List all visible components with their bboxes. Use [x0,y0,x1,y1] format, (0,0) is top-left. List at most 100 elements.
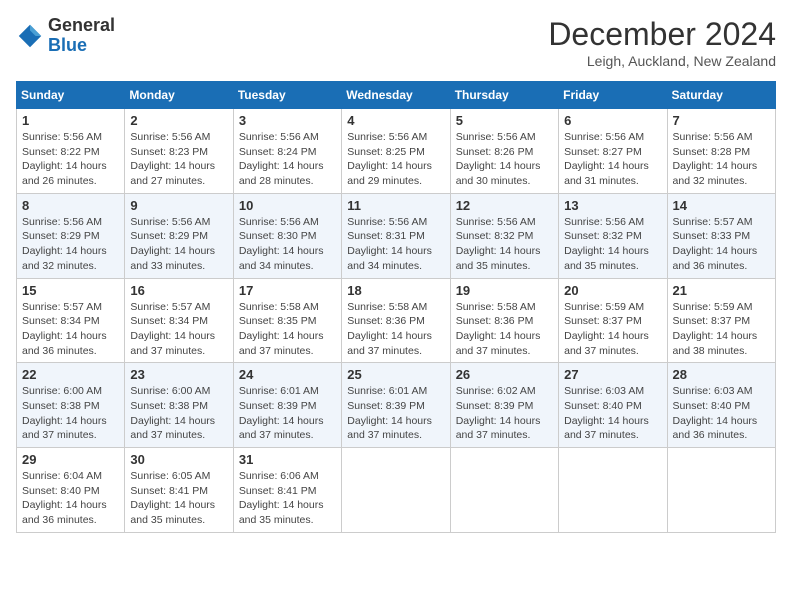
day-info: Sunrise: 6:00 AM Sunset: 8:38 PM Dayligh… [130,384,227,443]
calendar-cell: 1 Sunrise: 5:56 AM Sunset: 8:22 PM Dayli… [17,109,125,194]
day-info: Sunrise: 5:56 AM Sunset: 8:28 PM Dayligh… [673,130,770,189]
day-info: Sunrise: 5:56 AM Sunset: 8:31 PM Dayligh… [347,215,444,274]
calendar-cell: 4 Sunrise: 5:56 AM Sunset: 8:25 PM Dayli… [342,109,450,194]
day-number: 30 [130,452,227,467]
day-info: Sunrise: 6:06 AM Sunset: 8:41 PM Dayligh… [239,469,336,528]
day-number: 19 [456,283,553,298]
day-number: 28 [673,367,770,382]
calendar-cell: 31 Sunrise: 6:06 AM Sunset: 8:41 PM Dayl… [233,448,341,533]
day-info: Sunrise: 6:03 AM Sunset: 8:40 PM Dayligh… [564,384,661,443]
day-number: 3 [239,113,336,128]
month-title: December 2024 [548,16,776,53]
day-number: 4 [347,113,444,128]
calendar-cell: 3 Sunrise: 5:56 AM Sunset: 8:24 PM Dayli… [233,109,341,194]
calendar-cell: 8 Sunrise: 5:56 AM Sunset: 8:29 PM Dayli… [17,193,125,278]
day-info: Sunrise: 5:56 AM Sunset: 8:27 PM Dayligh… [564,130,661,189]
calendar-cell: 5 Sunrise: 5:56 AM Sunset: 8:26 PM Dayli… [450,109,558,194]
weekday-header-row: SundayMondayTuesdayWednesdayThursdayFrid… [17,82,776,109]
calendar-cell: 16 Sunrise: 5:57 AM Sunset: 8:34 PM Dayl… [125,278,233,363]
day-number: 6 [564,113,661,128]
day-number: 13 [564,198,661,213]
calendar-cell [450,448,558,533]
calendar-cell: 2 Sunrise: 5:56 AM Sunset: 8:23 PM Dayli… [125,109,233,194]
day-info: Sunrise: 5:56 AM Sunset: 8:23 PM Dayligh… [130,130,227,189]
calendar-week-row: 8 Sunrise: 5:56 AM Sunset: 8:29 PM Dayli… [17,193,776,278]
calendar-cell: 6 Sunrise: 5:56 AM Sunset: 8:27 PM Dayli… [559,109,667,194]
calendar-cell: 21 Sunrise: 5:59 AM Sunset: 8:37 PM Dayl… [667,278,775,363]
weekday-header-wednesday: Wednesday [342,82,450,109]
day-info: Sunrise: 5:59 AM Sunset: 8:37 PM Dayligh… [564,300,661,359]
calendar-table: SundayMondayTuesdayWednesdayThursdayFrid… [16,81,776,533]
day-number: 1 [22,113,119,128]
page-header: General Blue December 2024 Leigh, Auckla… [16,16,776,69]
calendar-cell [559,448,667,533]
day-number: 10 [239,198,336,213]
day-info: Sunrise: 5:56 AM Sunset: 8:22 PM Dayligh… [22,130,119,189]
day-info: Sunrise: 6:05 AM Sunset: 8:41 PM Dayligh… [130,469,227,528]
logo: General Blue [16,16,115,56]
day-info: Sunrise: 5:57 AM Sunset: 8:34 PM Dayligh… [22,300,119,359]
calendar-cell: 28 Sunrise: 6:03 AM Sunset: 8:40 PM Dayl… [667,363,775,448]
weekday-header-sunday: Sunday [17,82,125,109]
calendar-cell: 11 Sunrise: 5:56 AM Sunset: 8:31 PM Dayl… [342,193,450,278]
calendar-cell [667,448,775,533]
calendar-cell: 12 Sunrise: 5:56 AM Sunset: 8:32 PM Dayl… [450,193,558,278]
day-number: 23 [130,367,227,382]
day-info: Sunrise: 5:56 AM Sunset: 8:30 PM Dayligh… [239,215,336,274]
calendar-cell: 22 Sunrise: 6:00 AM Sunset: 8:38 PM Dayl… [17,363,125,448]
calendar-cell: 19 Sunrise: 5:58 AM Sunset: 8:36 PM Dayl… [450,278,558,363]
calendar-week-row: 29 Sunrise: 6:04 AM Sunset: 8:40 PM Dayl… [17,448,776,533]
weekday-header-friday: Friday [559,82,667,109]
day-info: Sunrise: 5:58 AM Sunset: 8:36 PM Dayligh… [456,300,553,359]
calendar-cell: 10 Sunrise: 5:56 AM Sunset: 8:30 PM Dayl… [233,193,341,278]
day-info: Sunrise: 5:56 AM Sunset: 8:32 PM Dayligh… [456,215,553,274]
title-area: December 2024 Leigh, Auckland, New Zeala… [548,16,776,69]
day-number: 24 [239,367,336,382]
logo-icon [16,22,44,50]
day-number: 17 [239,283,336,298]
day-number: 29 [22,452,119,467]
day-info: Sunrise: 5:59 AM Sunset: 8:37 PM Dayligh… [673,300,770,359]
day-info: Sunrise: 5:56 AM Sunset: 8:24 PM Dayligh… [239,130,336,189]
day-number: 18 [347,283,444,298]
day-number: 9 [130,198,227,213]
weekday-header-saturday: Saturday [667,82,775,109]
weekday-header-tuesday: Tuesday [233,82,341,109]
day-info: Sunrise: 5:58 AM Sunset: 8:35 PM Dayligh… [239,300,336,359]
calendar-cell: 27 Sunrise: 6:03 AM Sunset: 8:40 PM Dayl… [559,363,667,448]
day-info: Sunrise: 5:56 AM Sunset: 8:25 PM Dayligh… [347,130,444,189]
day-info: Sunrise: 5:57 AM Sunset: 8:33 PM Dayligh… [673,215,770,274]
calendar-cell: 9 Sunrise: 5:56 AM Sunset: 8:29 PM Dayli… [125,193,233,278]
logo-text: General Blue [48,16,115,56]
calendar-week-row: 22 Sunrise: 6:00 AM Sunset: 8:38 PM Dayl… [17,363,776,448]
day-info: Sunrise: 5:56 AM Sunset: 8:32 PM Dayligh… [564,215,661,274]
calendar-cell: 14 Sunrise: 5:57 AM Sunset: 8:33 PM Dayl… [667,193,775,278]
day-number: 27 [564,367,661,382]
day-number: 12 [456,198,553,213]
calendar-cell: 26 Sunrise: 6:02 AM Sunset: 8:39 PM Dayl… [450,363,558,448]
day-info: Sunrise: 5:56 AM Sunset: 8:26 PM Dayligh… [456,130,553,189]
day-number: 25 [347,367,444,382]
day-info: Sunrise: 6:02 AM Sunset: 8:39 PM Dayligh… [456,384,553,443]
day-number: 26 [456,367,553,382]
day-info: Sunrise: 6:01 AM Sunset: 8:39 PM Dayligh… [347,384,444,443]
calendar-week-row: 15 Sunrise: 5:57 AM Sunset: 8:34 PM Dayl… [17,278,776,363]
calendar-cell: 23 Sunrise: 6:00 AM Sunset: 8:38 PM Dayl… [125,363,233,448]
calendar-cell: 18 Sunrise: 5:58 AM Sunset: 8:36 PM Dayl… [342,278,450,363]
calendar-cell: 25 Sunrise: 6:01 AM Sunset: 8:39 PM Dayl… [342,363,450,448]
calendar-cell: 17 Sunrise: 5:58 AM Sunset: 8:35 PM Dayl… [233,278,341,363]
day-number: 2 [130,113,227,128]
weekday-header-thursday: Thursday [450,82,558,109]
day-number: 20 [564,283,661,298]
day-info: Sunrise: 6:01 AM Sunset: 8:39 PM Dayligh… [239,384,336,443]
day-number: 21 [673,283,770,298]
day-number: 11 [347,198,444,213]
day-info: Sunrise: 5:57 AM Sunset: 8:34 PM Dayligh… [130,300,227,359]
day-info: Sunrise: 6:03 AM Sunset: 8:40 PM Dayligh… [673,384,770,443]
calendar-cell [342,448,450,533]
calendar-cell: 15 Sunrise: 5:57 AM Sunset: 8:34 PM Dayl… [17,278,125,363]
day-info: Sunrise: 5:56 AM Sunset: 8:29 PM Dayligh… [130,215,227,274]
day-info: Sunrise: 6:00 AM Sunset: 8:38 PM Dayligh… [22,384,119,443]
calendar-week-row: 1 Sunrise: 5:56 AM Sunset: 8:22 PM Dayli… [17,109,776,194]
weekday-header-monday: Monday [125,82,233,109]
